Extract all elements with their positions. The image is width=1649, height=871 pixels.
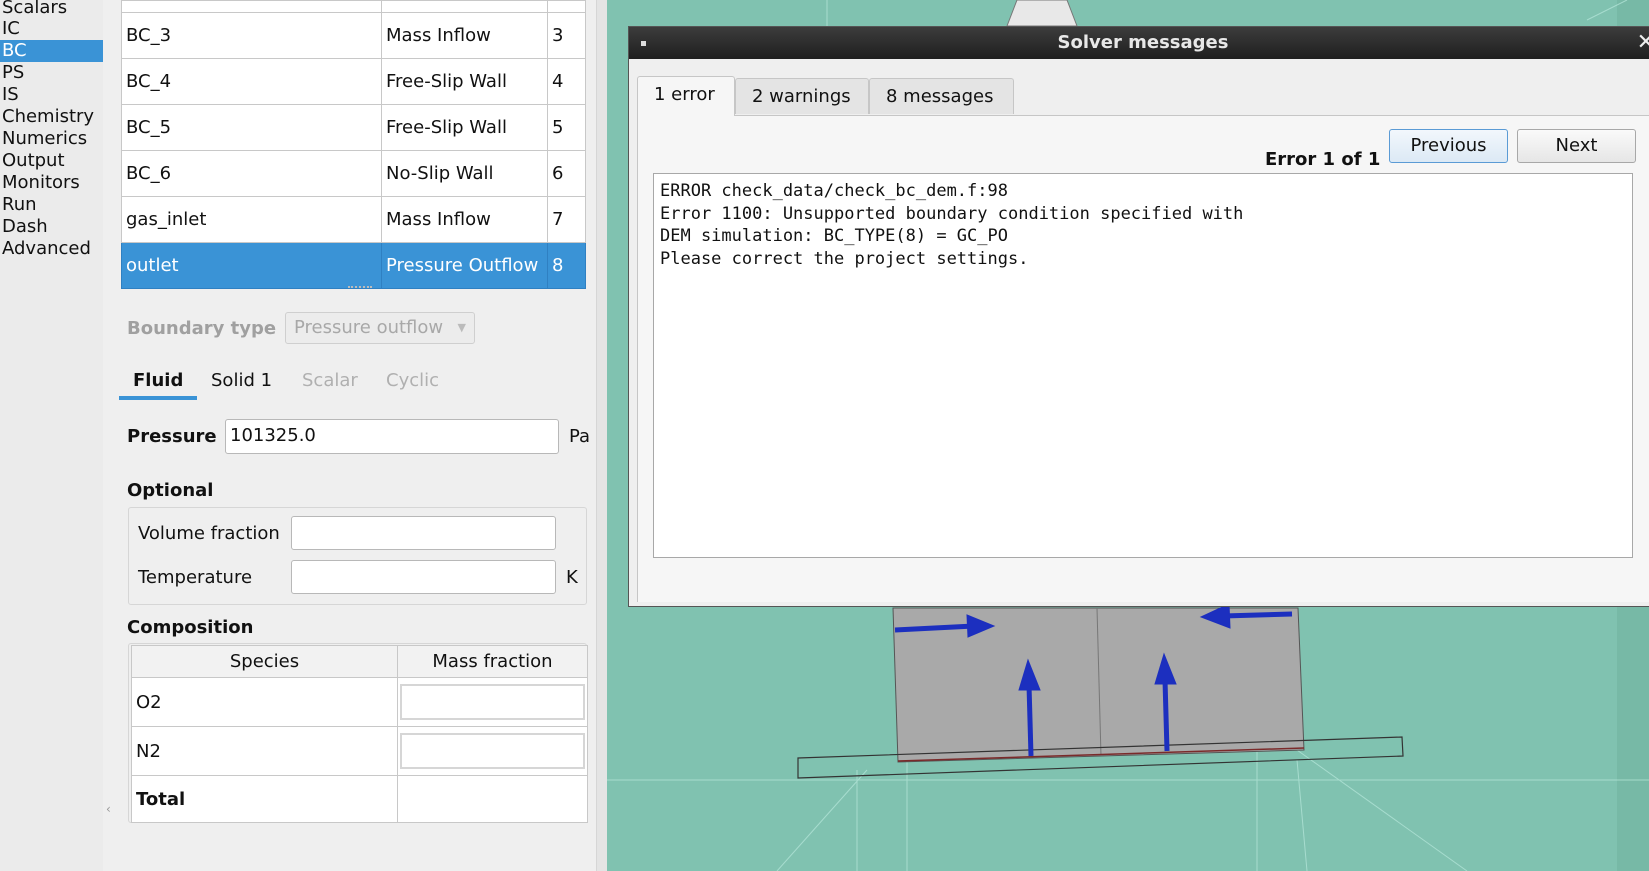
mass-fraction-o2-input[interactable] — [397, 677, 588, 727]
boundary-type-label: Boundary type — [127, 318, 277, 339]
domain-box — [892, 607, 1305, 763]
species-header[interactable]: Species — [131, 645, 398, 678]
composition-table: Species Mass fraction O2 N2 Total — [131, 645, 588, 823]
nav-item-monitors[interactable]: Monitors — [0, 172, 103, 194]
bc-type: Pressure Outflow — [381, 242, 548, 289]
table-row[interactable] — [121, 0, 586, 13]
tab-cyclic: Cyclic — [386, 370, 440, 391]
mass-fraction-header[interactable]: Mass fraction — [397, 645, 588, 678]
total-value — [397, 775, 588, 823]
bc-id: 6 — [547, 150, 586, 197]
species-n2: N2 — [131, 726, 398, 776]
nozzle-shape — [1006, 0, 1078, 27]
temperature-input[interactable] — [291, 560, 556, 594]
table-row: Total — [131, 775, 588, 823]
tab-fluid[interactable]: Fluid — [133, 370, 183, 391]
nav-item-scalars[interactable]: Scalars — [0, 0, 103, 19]
bc-name: outlet — [121, 242, 382, 289]
bc-type: Mass Inflow — [381, 196, 548, 243]
chevron-down-icon: ▼ — [457, 321, 466, 334]
error-message-text[interactable]: ERROR check_data/check_bc_dem.f:98 Error … — [653, 173, 1633, 558]
bc-id: 4 — [547, 58, 586, 105]
bc-type: No-Slip Wall — [381, 150, 548, 197]
bc-id: 3 — [547, 12, 586, 59]
table-row[interactable]: BC_6 No-Slip Wall 6 — [121, 150, 586, 197]
bc-id: 8 — [547, 242, 586, 289]
nav-item-dash[interactable]: Dash — [0, 216, 103, 238]
species-o2: O2 — [131, 677, 398, 727]
message-line: Please correct the project settings. — [660, 248, 1029, 269]
nav-item-output[interactable]: Output — [0, 150, 103, 172]
tab-solid-1[interactable]: Solid 1 — [211, 370, 272, 391]
active-tab-indicator — [119, 396, 197, 400]
table-row: O2 — [131, 677, 588, 727]
bc-table: BC_3 Mass Inflow 3 BC_4 Free-Slip Wall 4… — [121, 0, 586, 289]
tab-messages[interactable]: 8 messages — [869, 78, 1014, 114]
bc-name: BC_3 — [121, 12, 382, 59]
temperature-label: Temperature — [138, 567, 253, 588]
message-line: Error 1100: Unsupported boundary conditi… — [660, 203, 1244, 224]
bc-id: 5 — [547, 104, 586, 151]
nav-item-bc[interactable]: BC — [0, 40, 103, 62]
tab-scalar: Scalar — [302, 370, 358, 391]
nav-item-ps[interactable]: PS — [0, 62, 103, 84]
table-row[interactable]: BC_4 Free-Slip Wall 4 — [121, 58, 586, 105]
collapse-left-icon[interactable]: ‹ — [106, 802, 111, 816]
nav-item-ic[interactable]: IC — [0, 18, 103, 40]
tab-errors[interactable]: 1 error — [637, 76, 735, 116]
table-splitter-handle[interactable] — [348, 286, 372, 291]
message-line: ERROR check_data/check_bc_dem.f:98 — [660, 181, 1008, 201]
message-line: DEM simulation: BC_TYPE(8) = GC_PO — [660, 226, 1008, 246]
total-label: Total — [131, 775, 398, 823]
tab-warnings[interactable]: 2 warnings — [735, 78, 869, 114]
dialog-titlebar[interactable]: Solver messages ✕ — [629, 27, 1649, 59]
table-row-selected[interactable]: outlet Pressure Outflow 8 — [121, 242, 586, 289]
table-row[interactable]: gas_inlet Mass Inflow 7 — [121, 196, 586, 243]
bc-name: gas_inlet — [121, 196, 382, 243]
dialog-title: Solver messages — [1057, 32, 1229, 53]
next-button[interactable]: Next — [1517, 129, 1636, 163]
error-counter: Error 1 of 1 — [1265, 149, 1381, 170]
nav-tree: Scalars IC BC PS IS Chemistry Numerics O… — [0, 0, 103, 871]
pressure-input[interactable]: 101325.0 — [225, 419, 559, 454]
composition-title: Composition — [127, 617, 254, 638]
nav-item-advanced[interactable]: Advanced — [0, 238, 103, 260]
table-row[interactable]: BC_3 Mass Inflow 3 — [121, 12, 586, 59]
nav-item-chemistry[interactable]: Chemistry — [0, 106, 103, 128]
nav-item-is[interactable]: IS — [0, 84, 103, 106]
temperature-unit: K — [566, 567, 578, 588]
bc-name: BC_6 — [121, 150, 382, 197]
bc-type: Mass Inflow — [381, 12, 548, 59]
boundary-type-select[interactable]: Pressure outflow ▼ — [285, 312, 475, 344]
bc-name: BC_4 — [121, 58, 382, 105]
bc-id: 7 — [547, 196, 586, 243]
bc-name: BC_5 — [121, 104, 382, 151]
nav-item-run[interactable]: Run — [0, 194, 103, 216]
nav-item-numerics[interactable]: Numerics — [0, 128, 103, 150]
bc-type: Free-Slip Wall — [381, 58, 548, 105]
bc-type: Free-Slip Wall — [381, 104, 548, 151]
volume-fraction-input[interactable] — [291, 516, 556, 550]
previous-button[interactable]: Previous — [1389, 129, 1508, 163]
table-row: N2 — [131, 726, 588, 776]
close-icon[interactable]: ✕ — [1637, 29, 1649, 57]
optional-title: Optional — [127, 480, 214, 501]
boundary-type-value: Pressure outflow — [294, 317, 444, 338]
table-row[interactable]: BC_5 Free-Slip Wall 5 — [121, 104, 586, 151]
solver-messages-dialog: Solver messages ✕ 1 error 2 warnings 8 m… — [628, 26, 1649, 607]
mass-fraction-n2-input[interactable] — [397, 726, 588, 776]
volume-fraction-label: Volume fraction — [138, 523, 280, 544]
pressure-label: Pressure — [127, 426, 217, 447]
pressure-unit: Pa — [569, 426, 591, 447]
